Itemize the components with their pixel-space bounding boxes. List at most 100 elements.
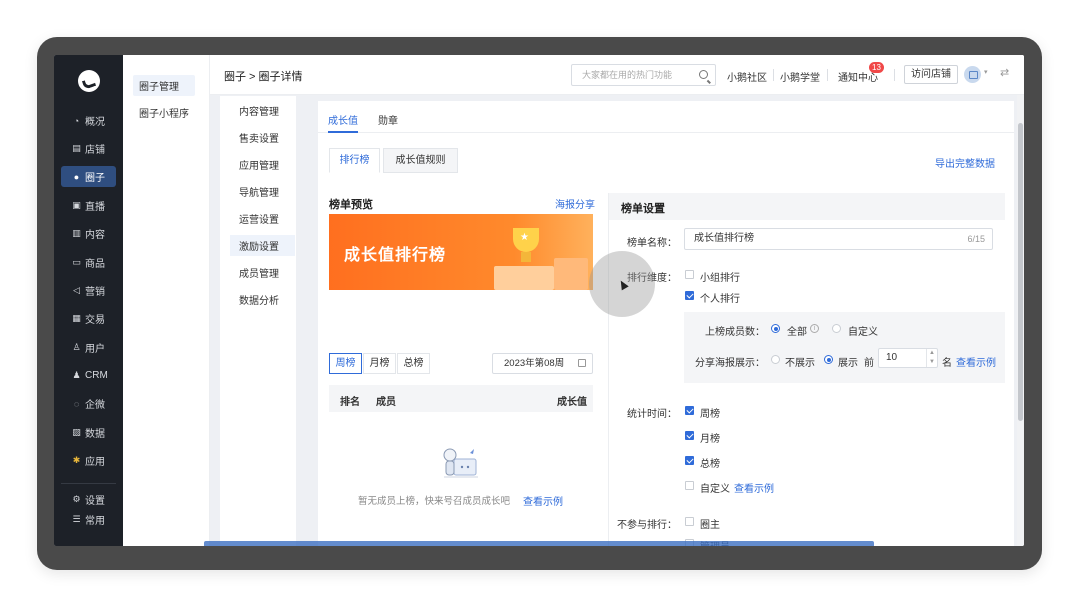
time-total-label: 总榜 [700, 459, 720, 470]
time-total-checkbox[interactable] [685, 456, 694, 465]
leaderboard-settings: 榜单设置 榜单名称： 成长值排行榜 6/15 排行维度： 小组排行 个人排行 上… [608, 193, 1005, 546]
time-label: 统计时间： [627, 409, 677, 420]
sidebar-item-wecom[interactable]: ◌ 企微 [61, 393, 116, 414]
period-month[interactable]: 月榜 [363, 353, 396, 374]
stepper-arrows-icon[interactable]: ▲ ▼ [926, 349, 937, 367]
academy-link[interactable]: 小鹅学堂 [780, 69, 820, 84]
time-example-link[interactable]: 查看示例 [734, 480, 774, 495]
leaderboard-banner: 成长值排行榜 ★ [329, 214, 593, 290]
info-icon[interactable]: i [810, 324, 819, 333]
top-tabs: 成长值 勋章 [318, 101, 1014, 133]
goods-icon: ▭ [72, 257, 81, 267]
column-member: 成员 [376, 397, 396, 408]
breadcrumb: 圈子 > 圈子详情 [224, 71, 303, 83]
menu-item-operation[interactable]: 运营设置 [230, 208, 295, 229]
app-screen: ◔ 概况 ▤ 店铺 ● 圈子 ▣ 直播 ▥ 内容 ▭ 商品 ◁ 营销 ▦ 交易 ♙ 用户 ♟ CRM… [54, 55, 1024, 546]
header-divider [894, 69, 895, 81]
sidebar-item-settings[interactable]: ⚙ 设置 [61, 489, 116, 510]
active-tab-indicator [328, 131, 358, 133]
visit-store-button[interactable]: 访问店铺 [904, 65, 958, 84]
main-sidebar: ◔ 概况 ▤ 店铺 ● 圈子 ▣ 直播 ▥ 内容 ▭ 商品 ◁ 营销 ▦ 交易 ♙ 用户 ♟ CRM… [54, 55, 123, 546]
search-icon[interactable] [699, 70, 708, 79]
poster-count-stepper[interactable]: 10 ▲ ▼ [878, 348, 938, 368]
leaderboard-name-input[interactable]: 成长值排行榜 6/15 [684, 228, 993, 250]
menu-item-content[interactable]: 内容管理 [230, 100, 295, 121]
tab-growth-rules[interactable]: 成长值规则 [383, 148, 458, 173]
poster-unit: 名 [942, 358, 952, 369]
settings-title: 榜单设置 [621, 203, 665, 215]
poster-example-link[interactable]: 查看示例 [956, 354, 996, 369]
period-week[interactable]: 周榜 [329, 353, 362, 374]
sidebar-item-data[interactable]: ▨ 数据 [61, 422, 116, 443]
megaphone-icon: ◁ [73, 285, 80, 295]
poster-hide-label: 不展示 [785, 358, 815, 369]
store-icon: ▤ [72, 143, 81, 153]
header-divider [827, 69, 828, 81]
scrollbar-thumb[interactable] [1018, 123, 1023, 421]
community-link[interactable]: 小鹅社区 [727, 69, 767, 84]
export-button[interactable]: 导出完整数据 [935, 155, 995, 170]
poster-share-link[interactable]: 海报分享 [555, 196, 595, 211]
subnav-circle-miniapp[interactable]: 圈子小程序 [133, 102, 195, 123]
data-icon: ▨ [72, 427, 81, 437]
poster-prefix: 前 [864, 358, 874, 369]
star-icon: ★ [520, 232, 529, 243]
poster-show-radio[interactable] [824, 355, 833, 364]
taskbar-strip [204, 541, 874, 546]
banner-title: 成长值排行榜 [344, 247, 447, 264]
live-icon: ▣ [72, 200, 81, 210]
wecom-icon: ◌ [73, 398, 80, 409]
sidebar-item-content[interactable]: ▥ 内容 [61, 223, 116, 244]
period-total[interactable]: 总榜 [397, 353, 430, 374]
tab-growth[interactable]: 成长值 [328, 112, 358, 127]
time-week-checkbox[interactable] [685, 406, 694, 415]
member-count-all-radio[interactable] [771, 324, 780, 333]
menu-item-apps[interactable]: 应用管理 [230, 154, 295, 175]
gift-box-shape [494, 266, 554, 290]
menu-item-sales[interactable]: 售卖设置 [230, 127, 295, 148]
poster-show-label: 展示 [838, 358, 858, 369]
poster-display-label: 分享海报展示： [695, 358, 765, 369]
tab-leaderboard[interactable]: 排行榜 [329, 148, 380, 173]
sidebar-item-marketing[interactable]: ◁ 营销 [61, 280, 116, 301]
sidebar-item-trade[interactable]: ▦ 交易 [61, 308, 116, 329]
personal-rank-checkbox[interactable] [685, 291, 694, 300]
sidebar-item-live[interactable]: ▣ 直播 [61, 195, 116, 216]
member-count-custom-radio[interactable] [832, 324, 841, 333]
menu-item-navigation[interactable]: 导航管理 [230, 181, 295, 202]
sub-sidebar: 圈子管理 圈子小程序 [123, 55, 210, 546]
week-picker[interactable]: 2023年第08周 [492, 353, 593, 374]
sidebar-item-goods[interactable]: ▭ 商品 [61, 252, 116, 273]
avatar[interactable] [964, 66, 981, 83]
sidebar-item-circle[interactable]: ● 圈子 [61, 166, 116, 187]
sidebar-item-apps[interactable]: ✱ 应用 [61, 450, 116, 471]
menu-item-analytics[interactable]: 数据分析 [230, 289, 295, 310]
empty-state-text: 暂无成员上榜，快来号召成员成长吧 [358, 496, 511, 507]
switch-icon[interactable]: ⇄ [1000, 66, 1009, 79]
search-input[interactable]: 大家都在用的热门功能 [571, 64, 716, 86]
tab-medal[interactable]: 勋章 [378, 112, 398, 127]
main-panel: 成长值 勋章 排行榜 成长值规则 导出完整数据 榜单预览 海报分享 成长值排行榜… [318, 101, 1014, 546]
time-custom-checkbox[interactable] [685, 481, 694, 490]
empty-example-link[interactable]: 查看示例 [523, 493, 563, 508]
poster-hide-radio[interactable] [771, 355, 780, 364]
leaderboard-table-header: 排名 成员 成长值 [329, 385, 593, 412]
time-month-checkbox[interactable] [685, 431, 694, 440]
sidebar-item-crm[interactable]: ♟ CRM [61, 365, 116, 386]
chevron-down-icon[interactable]: ▾ [984, 68, 988, 76]
sidebar-item-overview[interactable]: ◔ 概况 [61, 110, 116, 131]
group-rank-checkbox[interactable] [685, 270, 694, 279]
preview-title: 榜单预览 [329, 199, 373, 211]
sidebar-item-store[interactable]: ▤ 店铺 [61, 138, 116, 159]
time-custom-label: 自定义 [700, 484, 730, 495]
header-divider [773, 69, 774, 81]
app-logo[interactable] [78, 70, 100, 92]
sidebar-item-frequent[interactable]: ☰ 常用 [61, 509, 116, 530]
member-count-all-label: 全部 [787, 327, 807, 338]
apps-icon: ✱ [72, 455, 81, 465]
subnav-circle-manage[interactable]: 圈子管理 [133, 75, 195, 96]
sidebar-item-user[interactable]: ♙ 用户 [61, 337, 116, 358]
menu-item-incentive[interactable]: 激励设置 [230, 235, 295, 256]
exclude-owner-checkbox[interactable] [685, 517, 694, 526]
menu-item-members[interactable]: 成员管理 [230, 262, 295, 283]
